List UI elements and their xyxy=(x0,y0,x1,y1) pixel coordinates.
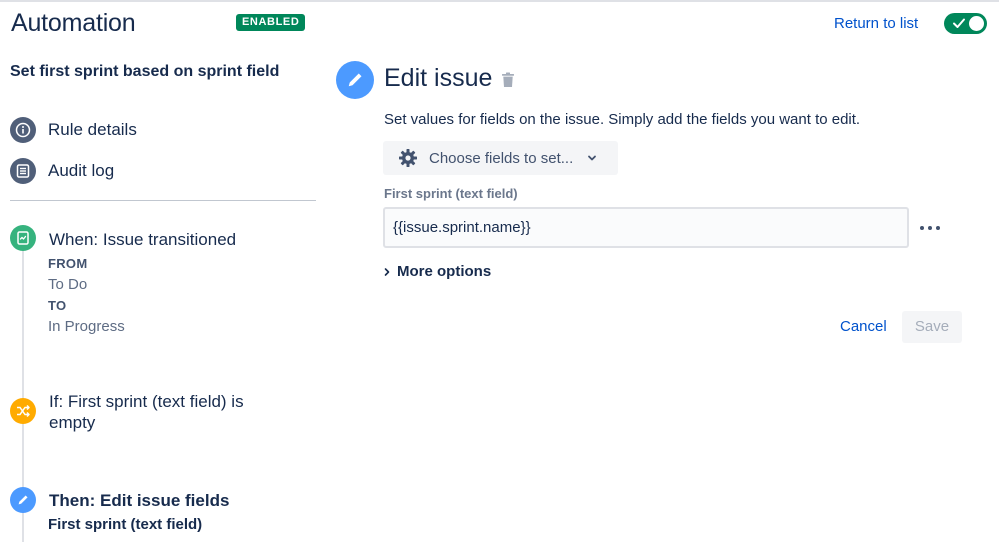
sidebar-item-label: Rule details xyxy=(48,120,137,139)
action-step-subtitle: First sprint (text field) xyxy=(48,516,203,533)
check-icon xyxy=(953,18,965,28)
toggle-knob xyxy=(969,16,984,31)
dot xyxy=(920,226,924,230)
condition-step-title-line1[interactable]: If: First sprint (text field) is xyxy=(49,391,244,412)
more-options-toggle[interactable]: More options xyxy=(383,263,491,280)
condition-step-title-line2[interactable]: empty xyxy=(49,412,95,433)
app-title: Automation xyxy=(11,9,136,37)
first-sprint-input[interactable] xyxy=(383,207,909,248)
more-options-label: More options xyxy=(397,263,492,280)
sidebar-item-label: Audit log xyxy=(48,161,115,180)
chevron-down-icon xyxy=(588,155,597,161)
transition-icon[interactable] xyxy=(10,225,36,251)
from-value: To Do xyxy=(48,276,88,293)
sidebar-item-rule-details[interactable]: Rule details xyxy=(10,117,137,143)
panel-title: Edit issue xyxy=(384,64,493,92)
gear-icon xyxy=(399,149,417,167)
panel-description: Set values for fields on the issue. Simp… xyxy=(384,111,861,128)
chevron-right-icon xyxy=(384,267,390,276)
top-border xyxy=(0,0,999,2)
first-sprint-field-label: First sprint (text field) xyxy=(384,186,518,201)
shuffle-icon[interactable] xyxy=(10,398,36,424)
choose-fields-button[interactable]: Choose fields to set... xyxy=(383,141,618,175)
rule-name: Set first sprint based on sprint field xyxy=(10,63,280,80)
trash-icon[interactable] xyxy=(501,72,515,93)
rule-enabled-toggle[interactable] xyxy=(944,13,987,34)
cancel-button[interactable]: Cancel xyxy=(832,311,895,343)
from-label: FROM xyxy=(48,256,88,271)
info-icon xyxy=(10,117,36,143)
action-step-title[interactable]: Then: Edit issue fields xyxy=(49,490,229,511)
pencil-icon[interactable] xyxy=(10,487,36,513)
to-label: TO xyxy=(48,298,67,313)
sidebar-divider xyxy=(10,200,316,201)
sidebar-item-audit-log[interactable]: Audit log xyxy=(10,158,114,184)
return-to-list-link[interactable]: Return to list xyxy=(834,15,918,32)
status-badge: ENABLED xyxy=(236,14,306,31)
trigger-step-title[interactable]: When: Issue transitioned xyxy=(49,229,236,250)
choose-fields-label: Choose fields to set... xyxy=(429,149,574,167)
to-value: In Progress xyxy=(48,318,125,335)
list-icon xyxy=(10,158,36,184)
dot xyxy=(936,226,940,230)
edit-issue-icon xyxy=(336,61,374,99)
dot xyxy=(928,226,932,230)
more-actions-button[interactable] xyxy=(918,218,942,238)
save-button[interactable]: Save xyxy=(902,311,962,343)
